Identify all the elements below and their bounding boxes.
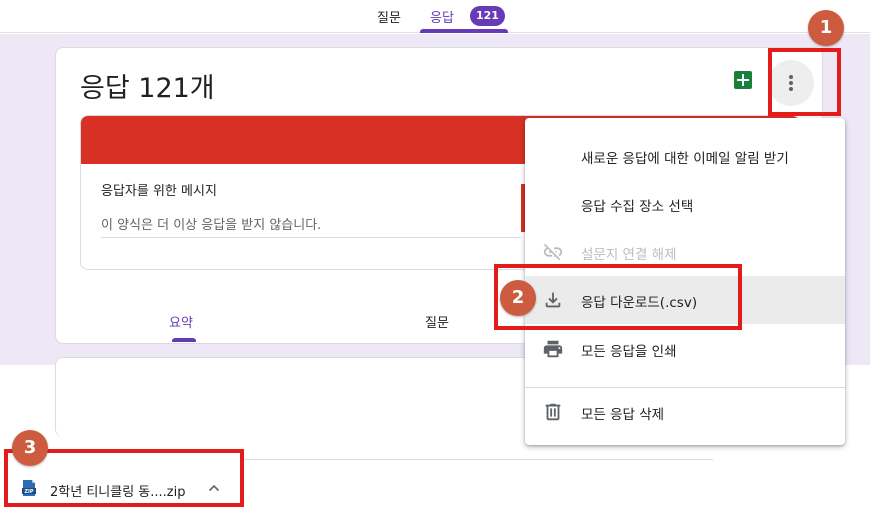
message-label: 응답자를 위한 메시지	[101, 184, 217, 199]
sheets-icon[interactable]	[734, 71, 752, 89]
message-underline	[101, 237, 521, 238]
message-input[interactable]: 이 양식은 더 이상 응답을 받지 않습니다.	[101, 214, 321, 233]
subtab-summary[interactable]: 요약	[169, 312, 193, 331]
menu-item-select-destination[interactable]: 응답 수집 장소 선택	[525, 180, 845, 228]
annotation-step-2: 2	[500, 280, 536, 316]
annotation-box-1	[768, 48, 841, 116]
active-tab-indicator	[420, 29, 508, 33]
menu-item-label: 설문지 연결 해제	[581, 247, 677, 263]
menu-item-delete-all[interactable]: 모든 응답 삭제	[525, 388, 845, 436]
menu-item-label: 모든 응답 삭제	[581, 407, 665, 423]
print-icon	[542, 338, 564, 360]
annotation-step-3: 3	[12, 430, 48, 466]
tab-questions[interactable]: 질문	[377, 7, 401, 26]
download-bar-divider	[240, 459, 713, 460]
page-title: 응답 121개	[80, 73, 215, 104]
top-tab-bar: 질문 응답 121	[0, 0, 870, 33]
responses-count-badge: 121	[470, 6, 505, 26]
trash-icon	[542, 401, 564, 423]
menu-item-label: 새로운 응답에 대한 이메일 알림 받기	[581, 151, 789, 167]
menu-item-print-all[interactable]: 모든 응답을 인쇄	[525, 325, 845, 373]
tab-responses[interactable]: 응답	[430, 7, 454, 26]
unlink-icon	[542, 241, 564, 263]
menu-item-email-notifications[interactable]: 새로운 응답에 대한 이메일 알림 받기	[525, 132, 845, 180]
menu-item-label: 응답 수집 장소 선택	[581, 199, 694, 215]
subtab-indicator	[172, 338, 196, 342]
menu-item-label: 모든 응답을 인쇄	[581, 344, 677, 360]
subtab-questions[interactable]: 질문	[425, 312, 449, 331]
annotation-step-1: 1	[808, 10, 844, 46]
